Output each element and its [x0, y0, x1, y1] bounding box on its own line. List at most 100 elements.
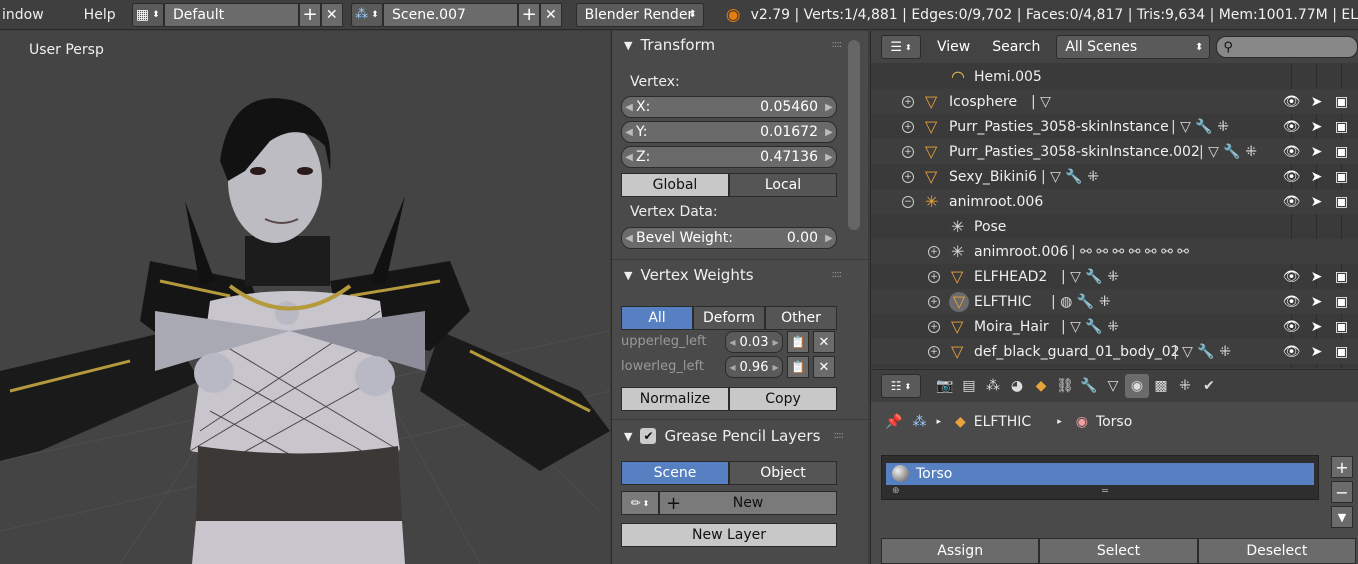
- texture-tab-icon[interactable]: ▩: [1149, 374, 1173, 398]
- remove-material-slot-button[interactable]: −: [1331, 481, 1353, 503]
- group-name[interactable]: upperleg_left: [621, 331, 725, 353]
- transform-panel-header[interactable]: ▼ Transform ::::: [612, 32, 868, 58]
- material-slot-list[interactable]: Torso ⊕ ═: [881, 455, 1319, 500]
- weight-value-field[interactable]: ◀ 0.03 ▶: [725, 331, 783, 353]
- 3d-viewport[interactable]: User Persp: [0, 31, 610, 564]
- outliner-row-animroot-data[interactable]: + ✳ animroot.006 | ⚯ ⚯ ⚯ ⚯ ⚯ ⚯ ⚯: [871, 239, 1358, 264]
- camera-icon[interactable]: ▣: [1329, 344, 1354, 360]
- camera-icon[interactable]: ▣: [1329, 269, 1354, 285]
- bone-icons[interactable]: | ⚯ ⚯ ⚯ ⚯ ⚯ ⚯ ⚯: [1071, 244, 1189, 260]
- increment-arrow-icon[interactable]: ▶: [822, 102, 836, 113]
- bevel-weight-field[interactable]: ◀ Bevel Weight: 0.00 ▶: [621, 227, 837, 249]
- modifier-icons[interactable]: | ▽ 🔧 ⁜: [1041, 169, 1099, 185]
- add-scene-button[interactable]: +: [518, 2, 540, 27]
- vertex-z-field[interactable]: ◀ Z: 0.47136 ▶: [621, 146, 837, 168]
- render-layers-tab-icon[interactable]: ▤: [957, 374, 981, 398]
- scene-icon-button[interactable]: ⁂ ⬍: [350, 2, 384, 27]
- outliner-row-moira-hair[interactable]: + ▽ Moira_Hair | ▽ 🔧 ⁜ 👁 ➤ ▣: [871, 314, 1358, 339]
- outliner-row-elfthic[interactable]: + ▽ ELFTHIC | ◍ 🔧 ⁜ 👁 ➤ ▣: [871, 289, 1358, 314]
- display-filter-select[interactable]: All Scenes ⬍: [1056, 35, 1211, 59]
- copy-button[interactable]: Copy: [729, 387, 837, 411]
- drag-grip-icon[interactable]: ::::: [834, 430, 845, 441]
- increment-arrow-icon[interactable]: ▶: [822, 152, 836, 163]
- increment-arrow-icon[interactable]: ▶: [822, 127, 836, 138]
- increment-arrow-icon[interactable]: ▶: [772, 363, 778, 372]
- tab-scene[interactable]: Scene: [621, 461, 729, 485]
- delete-weight-icon[interactable]: ✕: [813, 356, 835, 378]
- object-tab-icon[interactable]: ◆: [1029, 374, 1053, 398]
- expand-icon[interactable]: +: [928, 345, 940, 358]
- local-button[interactable]: Local: [729, 173, 837, 197]
- modifier-icons[interactable]: | ▽ 🔧 ⁜: [1173, 344, 1231, 360]
- tab-all[interactable]: All: [621, 306, 693, 330]
- weight-value-field[interactable]: ◀ 0.96 ▶: [725, 356, 783, 378]
- cursor-icon[interactable]: ➤: [1304, 319, 1329, 335]
- modifier-icons[interactable]: | ▽ 🔧 ⁜: [1061, 269, 1119, 285]
- pencil-datablock-icon-button[interactable]: ✏ ⬍: [621, 491, 659, 515]
- cursor-icon[interactable]: ➤: [1304, 294, 1329, 310]
- tab-object[interactable]: Object: [729, 461, 837, 485]
- particles-tab-icon[interactable]: ⁜: [1173, 374, 1197, 398]
- eye-icon[interactable]: 👁: [1279, 344, 1304, 360]
- search-input[interactable]: ⚲: [1216, 36, 1358, 58]
- camera-icon[interactable]: ▣: [1329, 119, 1354, 135]
- menu-search[interactable]: Search: [992, 39, 1040, 55]
- expand-icon[interactable]: +: [928, 320, 940, 333]
- new-grease-pencil-button[interactable]: + New: [659, 491, 837, 515]
- vertex-y-field[interactable]: ◀ Y: 0.01672 ▶: [621, 121, 837, 143]
- delete-screen-button[interactable]: ✕: [320, 2, 343, 27]
- modifier-icons[interactable]: | ▽ 🔧 ⁜: [1171, 119, 1229, 135]
- expand-icon[interactable]: +: [928, 270, 940, 283]
- cursor-icon[interactable]: ➤: [1304, 144, 1329, 160]
- drag-grip-icon[interactable]: ::::: [832, 269, 843, 280]
- tab-other[interactable]: Other: [765, 306, 837, 330]
- add-small-icon[interactable]: ⊕: [892, 486, 900, 496]
- menu-help[interactable]: Help: [76, 7, 124, 23]
- modifiers-tab-icon[interactable]: 🔧: [1077, 374, 1101, 398]
- mesh-data-icon[interactable]: | ▽: [1031, 94, 1051, 110]
- enable-checkbox[interactable]: ✔: [640, 428, 657, 444]
- delete-weight-icon[interactable]: ✕: [813, 331, 835, 353]
- outliner-row-animroot[interactable]: − ✳ animroot.006 👁 ➤ ▣: [871, 189, 1358, 214]
- modifier-icons[interactable]: | ▽ 🔧 ⁜: [1199, 144, 1257, 160]
- camera-icon[interactable]: ▣: [1329, 144, 1354, 160]
- editor-type-button[interactable]: ☰ ⬍: [881, 35, 921, 59]
- add-material-slot-button[interactable]: +: [1331, 456, 1353, 478]
- render-tab-icon[interactable]: 📷: [933, 374, 957, 398]
- cursor-icon[interactable]: ➤: [1304, 344, 1329, 360]
- collapse-icon[interactable]: −: [902, 195, 914, 208]
- new-layer-button[interactable]: New Layer: [621, 523, 837, 547]
- outliner-row-hemi[interactable]: ◠ Hemi.005: [871, 64, 1358, 89]
- outliner-row-sexy-bikini[interactable]: + ▽ Sexy_Bikini6 | ▽ 🔧 ⁜ 👁 ➤ ▣: [871, 164, 1358, 189]
- paste-weight-icon[interactable]: 📋: [787, 331, 809, 353]
- menu-view[interactable]: View: [937, 39, 970, 55]
- decrement-arrow-icon[interactable]: ◀: [622, 233, 636, 244]
- decrement-arrow-icon[interactable]: ◀: [622, 127, 636, 138]
- expand-icon[interactable]: +: [902, 145, 914, 158]
- expand-icon[interactable]: +: [928, 295, 940, 308]
- constraints-tab-icon[interactable]: ⛓: [1053, 374, 1077, 398]
- increment-arrow-icon[interactable]: ▶: [822, 233, 836, 244]
- camera-icon[interactable]: ▣: [1329, 169, 1354, 185]
- delete-scene-button[interactable]: ✕: [539, 2, 562, 27]
- editor-type-button[interactable]: ☷ ⬍: [881, 374, 921, 398]
- screen-layout-field[interactable]: Default: [164, 2, 300, 27]
- select-button[interactable]: Select: [1039, 538, 1198, 564]
- eye-icon[interactable]: 👁: [1279, 119, 1304, 135]
- group-name[interactable]: lowerleg_left: [621, 356, 725, 378]
- mesh-data-tab-icon[interactable]: ▽: [1101, 374, 1125, 398]
- eye-icon[interactable]: 👁: [1279, 94, 1304, 110]
- paste-weight-icon[interactable]: 📋: [787, 356, 809, 378]
- expand-icon[interactable]: +: [902, 120, 914, 133]
- cursor-icon[interactable]: ➤: [1304, 119, 1329, 135]
- eye-icon[interactable]: 👁: [1279, 169, 1304, 185]
- cursor-icon[interactable]: ➤: [1304, 169, 1329, 185]
- eye-icon[interactable]: 👁: [1279, 294, 1304, 310]
- cursor-icon[interactable]: ➤: [1304, 94, 1329, 110]
- camera-icon[interactable]: ▣: [1329, 194, 1354, 210]
- physics-tab-icon[interactable]: ✔: [1197, 374, 1221, 398]
- menu-window[interactable]: indow: [0, 7, 52, 23]
- panel-scrollbar[interactable]: [848, 40, 860, 230]
- decrement-arrow-icon[interactable]: ◀: [729, 338, 735, 347]
- render-engine-select[interactable]: Blender Render ⬍: [575, 2, 704, 27]
